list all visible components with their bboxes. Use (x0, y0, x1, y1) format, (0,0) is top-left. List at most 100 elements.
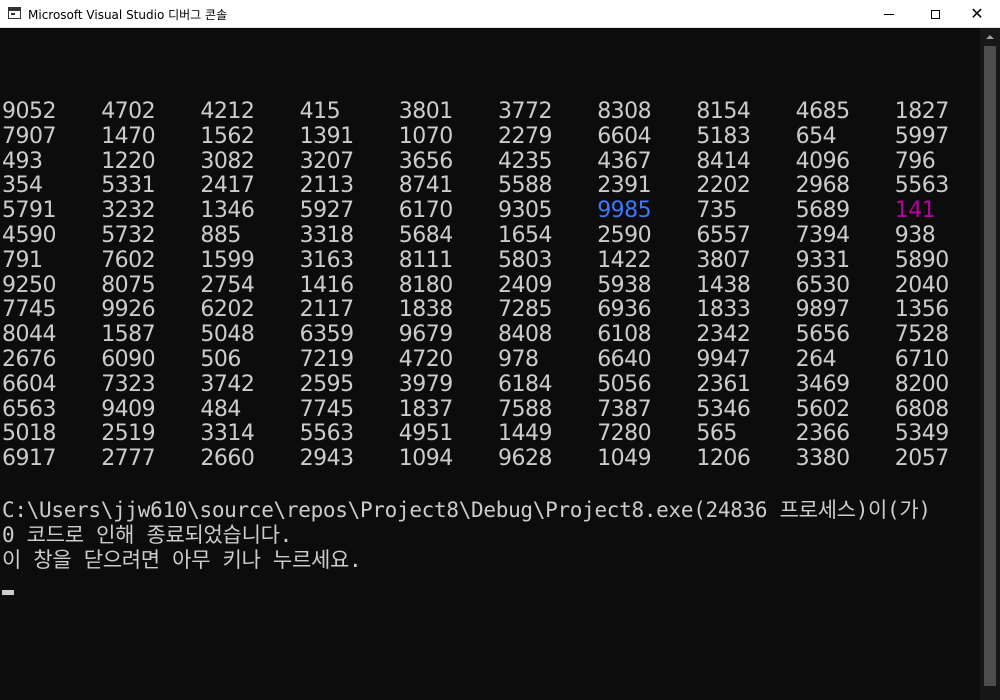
number-cell: 791 (2, 247, 43, 273)
number-cell: 2342 (696, 322, 751, 348)
scroll-up-button[interactable] (980, 28, 1000, 45)
window-title: Microsoft Visual Studio 디버그 콘솔 (28, 8, 228, 22)
number-cell: 5048 (200, 322, 255, 348)
console-window: Microsoft Visual Studio 디버그 콘솔 ✕ 9052 470… (0, 0, 1000, 700)
number-cell: 264 (795, 346, 837, 372)
number-cell: 2595 (299, 371, 355, 397)
number-cell: 6359 (299, 322, 355, 348)
min-value-cell: 141 (894, 198, 936, 224)
number-cell: 2409 (498, 272, 553, 298)
number-cell: 3082 (200, 148, 255, 174)
number-cell: 5791 (2, 198, 57, 224)
number-cell: 7907 (2, 123, 57, 149)
number-cell: 6808 (894, 396, 950, 422)
number-cell: 1599 (200, 247, 255, 273)
text-cursor (2, 590, 14, 595)
number-cell: 5183 (696, 123, 751, 149)
number-cell: 2754 (200, 272, 255, 298)
number-cell: 4235 (498, 148, 553, 174)
exit-message-line-1: C:\Users\jjw610\source\repos\Project8\De… (2, 498, 931, 522)
number-cell: 5018 (2, 421, 57, 447)
number-cell: 6184 (498, 371, 553, 397)
console-output[interactable]: 9052 4702 4212 415 3801 3772 8308 8154 4685 1827 7… (0, 28, 980, 700)
number-cell: 2202 (696, 173, 751, 199)
maximize-icon (930, 9, 940, 19)
number-cell: 2366 (795, 421, 851, 447)
number-cell: 1654 (498, 222, 553, 248)
number-cell: 1391 (299, 123, 355, 149)
number-cell: 1827 (894, 99, 950, 124)
number-cell: 9679 (398, 322, 454, 348)
number-cell: 1422 (597, 247, 652, 273)
number-cell: 4951 (398, 421, 454, 447)
number-cell: 3656 (398, 148, 454, 174)
number-cell: 3318 (299, 222, 355, 248)
number-cell: 7745 (299, 396, 355, 422)
number-cell: 7285 (498, 297, 553, 323)
number-cell: 5563 (894, 173, 950, 199)
number-cell: 5890 (894, 247, 950, 273)
close-button[interactable]: ✕ (954, 0, 1000, 28)
number-cell: 4367 (597, 148, 652, 174)
number-cell: 9897 (795, 297, 851, 323)
minimize-button[interactable] (866, 0, 912, 28)
number-cell: 7394 (795, 222, 851, 248)
number-cell: 1838 (398, 297, 454, 323)
number-cell: 5927 (299, 198, 355, 224)
maximize-button[interactable] (912, 0, 958, 28)
number-cell: 3742 (200, 371, 255, 397)
number-cell: 2968 (795, 173, 851, 199)
number-cell: 415 (299, 99, 341, 124)
number-cell: 6530 (795, 272, 851, 298)
number-cell: 4685 (795, 99, 851, 124)
number-cell: 6710 (894, 346, 950, 372)
number-cell: 1070 (398, 123, 454, 149)
scrollbar-thumb[interactable] (984, 46, 996, 686)
number-cell: 6170 (398, 198, 454, 224)
number-cell: 6557 (696, 222, 751, 248)
number-cell: 8154 (696, 99, 751, 124)
number-cell: 5997 (894, 123, 950, 149)
number-cell: 6604 (597, 123, 652, 149)
number-cell: 7602 (101, 247, 156, 273)
number-cell: 9331 (795, 247, 851, 273)
number-cell: 7387 (597, 396, 652, 422)
number-cell: 5331 (101, 173, 156, 199)
max-value-cell: 9985 (597, 198, 652, 224)
number-cell: 6202 (200, 297, 255, 323)
number-cell: 8111 (398, 247, 454, 273)
number-cell: 6640 (597, 346, 652, 372)
number-cell: 9305 (498, 198, 553, 224)
number-cell: 2057 (894, 446, 950, 472)
number-cell: 6604 (2, 371, 57, 397)
number-cell: 2590 (597, 222, 652, 248)
number-cell: 1833 (696, 297, 751, 323)
number-cell: 3163 (299, 247, 355, 273)
number-cell: 8200 (894, 371, 950, 397)
number-cell: 6563 (2, 396, 57, 422)
number-cell: 8741 (398, 173, 454, 199)
number-cell: 4096 (795, 148, 851, 174)
number-cell: 5732 (101, 222, 156, 248)
number-cell: 3207 (299, 148, 355, 174)
number-cell: 8180 (398, 272, 454, 298)
number-cell: 5349 (894, 421, 950, 447)
vertical-scrollbar[interactable] (980, 28, 1000, 700)
exit-message-line-3: 이 창을 닫으려면 아무 키나 누르세요. (2, 548, 362, 572)
number-cell: 1416 (299, 272, 355, 298)
number-cell: 3232 (101, 198, 156, 224)
number-cell: 5563 (299, 421, 355, 447)
number-cell: 7588 (498, 396, 553, 422)
number-cell: 4720 (398, 346, 454, 372)
number-cell: 7745 (2, 297, 57, 323)
number-cell: 1837 (398, 396, 454, 422)
close-icon: ✕ (970, 4, 984, 23)
title-bar[interactable]: Microsoft Visual Studio 디버그 콘솔 ✕ (0, 0, 1000, 28)
number-cell: 796 (894, 148, 936, 174)
number-cell: 8408 (498, 322, 553, 348)
number-cell: 2361 (696, 371, 751, 397)
number-cell: 7323 (101, 371, 156, 397)
number-cell: 1094 (398, 446, 454, 472)
number-cell: 5602 (795, 396, 851, 422)
number-cell: 3772 (498, 99, 553, 124)
